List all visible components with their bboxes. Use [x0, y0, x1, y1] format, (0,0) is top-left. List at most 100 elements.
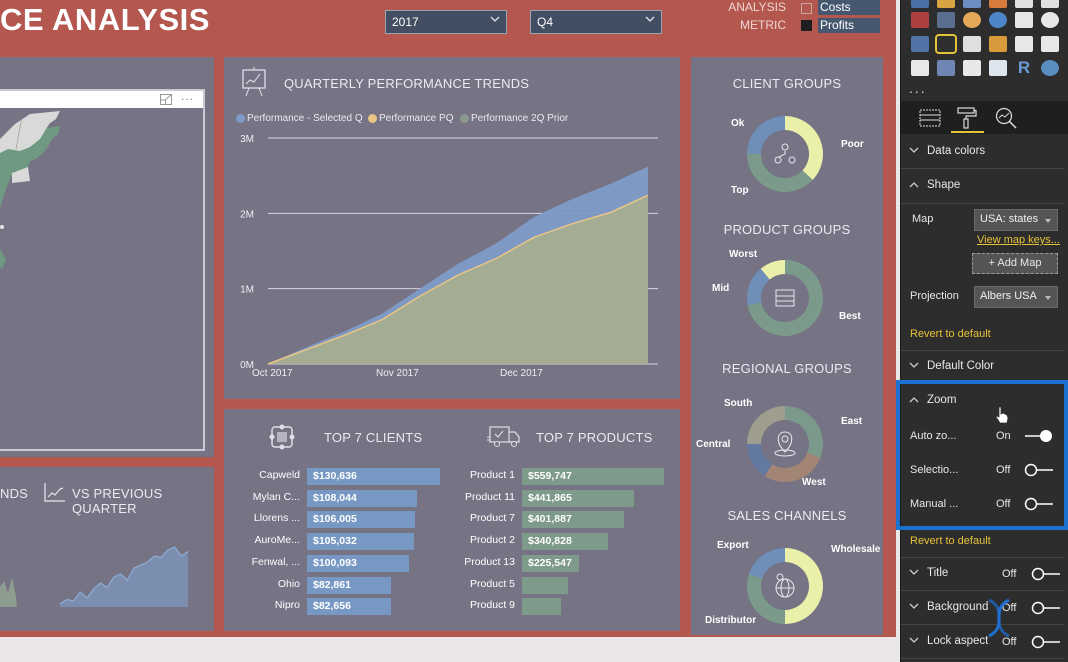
section-shape[interactable]: Shape — [901, 169, 1065, 203]
section-background[interactable]: Background Off — [901, 591, 1065, 625]
y-tick-label: 1M — [240, 285, 254, 296]
projection-select[interactable]: Albers USA — [974, 286, 1058, 308]
line-chart-icon[interactable] — [911, 12, 929, 28]
bar[interactable]: $225,547 — [522, 554, 580, 572]
bar[interactable]: $130,636 — [307, 468, 440, 485]
format-paint-roller-icon[interactable] — [957, 107, 977, 129]
shape-map-icon[interactable] — [935, 34, 957, 54]
scatter-chart-icon[interactable] — [937, 12, 955, 28]
bar[interactable]: $559,747 — [522, 468, 664, 485]
kpi-icon[interactable] — [911, 60, 929, 76]
donut-label: Wholesale — [831, 544, 881, 555]
chevron-down-icon — [490, 16, 500, 22]
arcgis-globe-icon[interactable] — [1041, 60, 1059, 76]
legend-item-pq[interactable]: Performance PQ — [368, 113, 453, 124]
ribbon-icon[interactable] — [989, 0, 1007, 8]
background-toggle[interactable] — [1031, 601, 1061, 615]
top7-panel: TOP 7 CLIENTS TOP 7 PRODUCTS Capweld $130… — [224, 409, 680, 631]
bar[interactable]: $100,093 — [307, 554, 409, 572]
profits-checkbox[interactable] — [801, 20, 812, 31]
bar[interactable]: $108,044 — [307, 489, 417, 507]
donut-slice-south[interactable] — [747, 406, 785, 444]
multi-row-card-icon[interactable] — [1041, 36, 1059, 52]
fields-tab-icon[interactable] — [919, 109, 941, 127]
report-canvas: CE ANALYSIS 2017 Q4 ANALYSIS METRIC Cost… — [0, 0, 896, 637]
slicer-icon[interactable] — [937, 60, 955, 76]
section-lock-aspect[interactable]: Lock aspect Off — [901, 625, 1065, 659]
bar[interactable] — [522, 576, 568, 594]
globe-icon — [775, 573, 795, 598]
section-label: Data colors — [927, 145, 986, 157]
quarter-slicer[interactable]: Q4 — [530, 10, 662, 34]
section-data-colors[interactable]: Data colors — [901, 135, 1065, 169]
stacked-bar-icon[interactable] — [937, 0, 955, 8]
bar-category-label: Product 13 — [464, 555, 515, 568]
bar[interactable]: $82,656 — [307, 598, 392, 616]
lock-aspect-toggle[interactable] — [1031, 635, 1061, 649]
costs-checkbox[interactable] — [801, 3, 812, 14]
bar-category-label: Product 5 — [470, 577, 515, 590]
chevron-down-icon — [909, 147, 919, 153]
map-visual[interactable]: ... — [0, 89, 205, 451]
legend-item-selected-q[interactable]: Performance - Selected Q — [236, 113, 363, 124]
projection-select-value: Albers USA — [980, 290, 1037, 302]
donut-slice-wholesale[interactable] — [785, 548, 823, 624]
map-shape[interactable] — [0, 109, 70, 309]
map-select[interactable]: USA: states — [974, 209, 1058, 231]
treemap-icon[interactable] — [1015, 12, 1033, 28]
section-default-color[interactable]: Default Color — [901, 350, 1065, 384]
quarterly-trends-chart[interactable]: 0M1M2M3MOct 2017 Nov 2017 Dec 2017 — [224, 127, 680, 399]
section-label: Background — [927, 601, 989, 613]
profits-option[interactable]: Profits — [818, 18, 880, 33]
partial-spark-area — [0, 577, 17, 607]
waterfall-icon[interactable] — [1015, 0, 1033, 8]
section-label: Default Color — [927, 360, 995, 372]
product-rack-icon — [775, 289, 795, 307]
bar[interactable]: $340,828 — [522, 533, 609, 551]
vs-previous-quarter-title: VS PREVIOUS QUARTER — [72, 486, 163, 516]
presentation-chart-icon — [242, 67, 266, 97]
add-map-button[interactable]: + Add Map — [972, 253, 1058, 274]
x-tick-label: Oct 2017 — [252, 368, 293, 379]
bar[interactable]: $105,032 — [307, 533, 414, 551]
caret-down-icon — [1045, 219, 1051, 223]
more-options-icon[interactable]: ... — [181, 89, 194, 103]
revert-to-default-link[interactable]: Revert to default — [910, 328, 991, 340]
pie-chart-icon[interactable] — [963, 12, 981, 28]
top-clients-title: TOP 7 CLIENTS — [324, 430, 423, 445]
donut-chart-icon[interactable] — [989, 12, 1007, 28]
funnel-icon[interactable] — [963, 36, 981, 52]
bar[interactable] — [522, 598, 562, 616]
r-visual-icon[interactable]: R — [1015, 59, 1033, 76]
view-map-keys-link[interactable]: View map keys... — [977, 234, 1060, 246]
costs-option[interactable]: Costs — [818, 0, 880, 15]
gauge-icon[interactable] — [989, 36, 1007, 52]
donut-slice-poor[interactable] — [785, 116, 823, 181]
scatter-grid-icon[interactable] — [1041, 0, 1059, 8]
bar[interactable]: $401,887 — [522, 511, 624, 529]
legend-item-2q-prior[interactable]: Performance 2Q Prior — [460, 113, 568, 124]
clustered-column-icon[interactable] — [963, 0, 981, 8]
bar[interactable]: $82,861 — [307, 576, 392, 594]
revert-to-default-link[interactable]: Revert to default — [910, 535, 991, 547]
card-icon[interactable] — [1015, 36, 1033, 52]
filled-map-icon[interactable] — [911, 36, 929, 52]
bar-category-label: AuroMe... — [254, 534, 300, 547]
groups-panel: CLIENT GROUPS PRODUCT GROUPS REGIONAL GR… — [691, 57, 883, 635]
section-title[interactable]: Title Off — [901, 557, 1065, 591]
year-slicer[interactable]: 2017 — [385, 10, 507, 34]
section-label: Title — [927, 567, 949, 579]
more-visuals-icon[interactable]: ... — [909, 80, 927, 96]
area-chart-icon[interactable] — [911, 0, 929, 8]
bar[interactable]: $106,005 — [307, 511, 415, 529]
donut-slice-top[interactable] — [747, 154, 813, 192]
donut-slice-ok[interactable] — [747, 116, 785, 154]
bar[interactable]: $441,865 — [522, 489, 635, 507]
analytics-magnifier-icon[interactable] — [995, 107, 1017, 129]
globe-map-icon[interactable] — [1041, 12, 1059, 28]
title-toggle[interactable] — [1031, 567, 1061, 581]
matrix-icon[interactable] — [989, 60, 1007, 76]
table-icon[interactable] — [963, 60, 981, 76]
bar-category-label: Product 2 — [470, 534, 515, 547]
focus-mode-icon[interactable] — [160, 94, 172, 105]
